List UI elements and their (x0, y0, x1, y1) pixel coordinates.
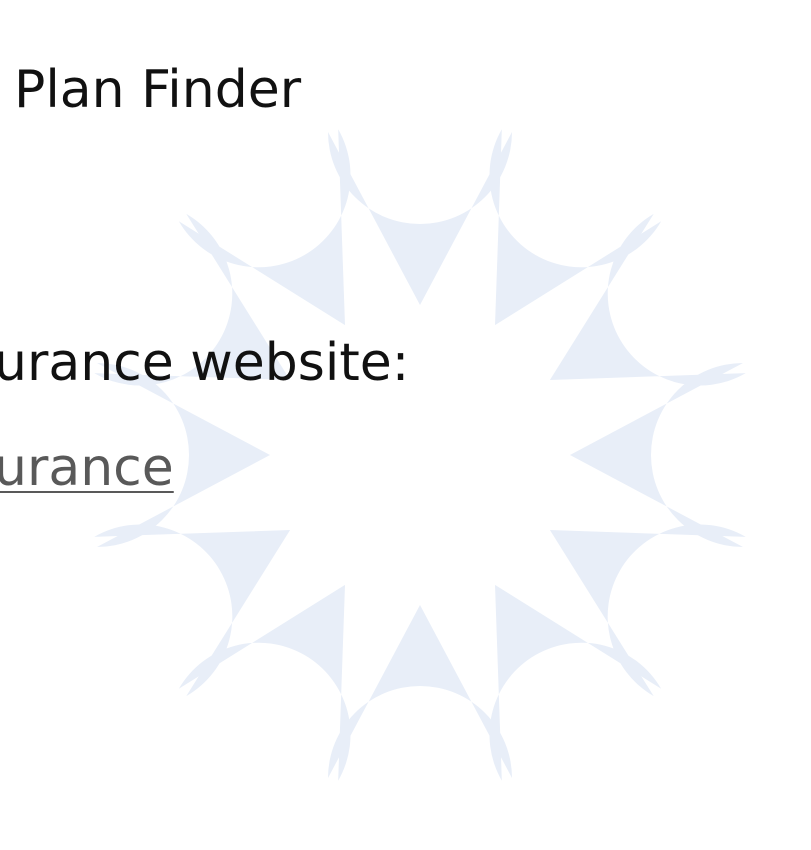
watermark-petal (178, 129, 351, 326)
watermark-petal (178, 584, 351, 781)
watermark-petals (94, 129, 746, 781)
watermark-petal (94, 524, 291, 697)
watermark-petal (549, 524, 746, 697)
insurance-website-link[interactable]: urance (0, 430, 174, 506)
watermark-petal (328, 605, 512, 778)
watermark-petal (549, 213, 746, 386)
watermark-petal (489, 129, 662, 326)
slide-title: Plan Finder (14, 60, 302, 120)
watermark-petal (570, 363, 743, 547)
body-text: urance website: (0, 333, 410, 393)
watermark-petal (489, 584, 662, 781)
watermark-petal (328, 132, 512, 305)
slide-page: Plan Finder urance website: urance (0, 0, 811, 850)
